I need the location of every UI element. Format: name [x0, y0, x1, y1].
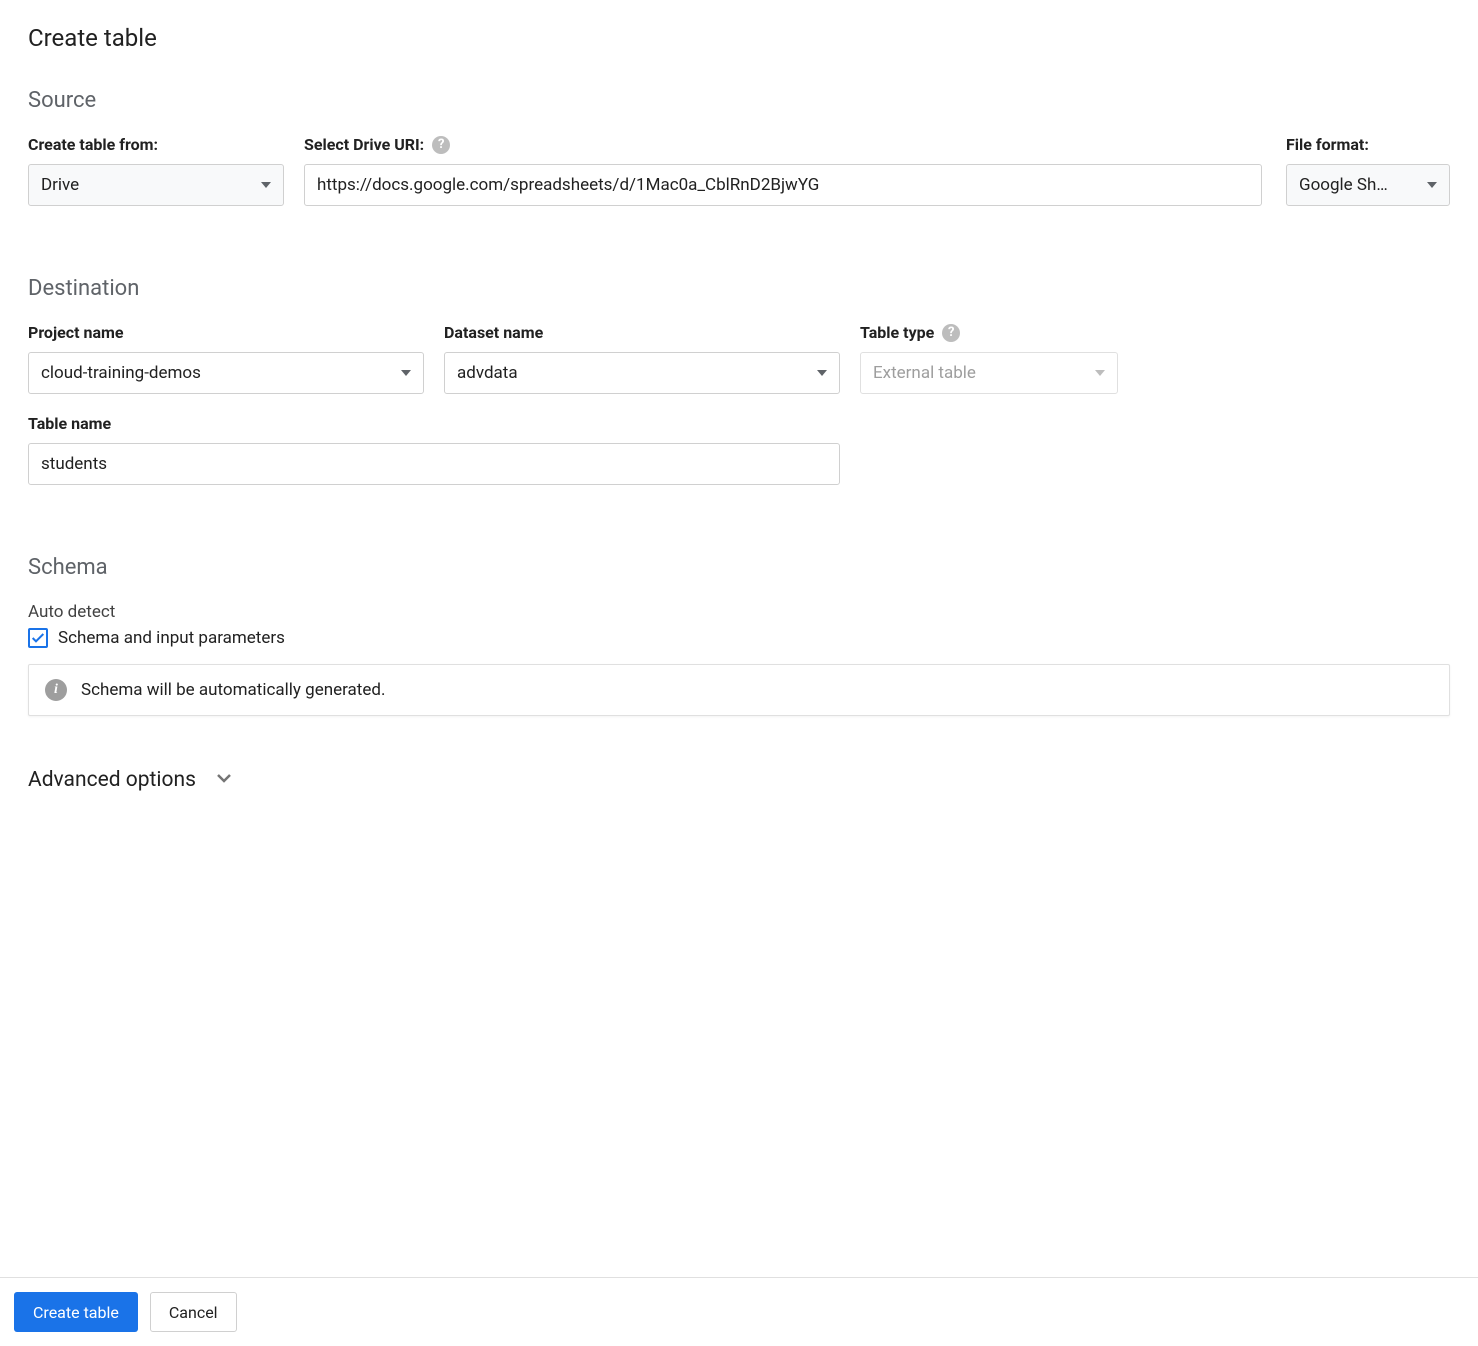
drive-uri-input-wrapper[interactable] — [304, 164, 1262, 206]
advanced-options-label: Advanced options — [28, 768, 196, 792]
check-icon — [30, 630, 46, 646]
create-table-from-label: Create table from: — [28, 135, 284, 154]
drive-uri-input[interactable] — [317, 175, 1249, 195]
table-name-input[interactable] — [41, 454, 827, 474]
caret-down-icon — [817, 370, 827, 376]
create-table-from-select[interactable]: Drive — [28, 164, 284, 206]
dataset-name-value: advdata — [457, 363, 518, 383]
table-type-value: External table — [873, 363, 976, 383]
create-table-button[interactable]: Create table — [14, 1292, 138, 1332]
chevron-down-icon — [212, 766, 236, 794]
table-name-input-wrapper[interactable] — [28, 443, 840, 485]
drive-uri-label: Select Drive URI: — [304, 135, 424, 154]
dialog-footer: Create table Cancel — [0, 1277, 1478, 1346]
destination-heading: Destination — [28, 276, 1450, 301]
file-format-value: Google Sh… — [1299, 175, 1427, 195]
create-table-from-value: Drive — [41, 175, 79, 195]
info-icon: i — [45, 679, 67, 701]
project-name-label: Project name — [28, 323, 424, 342]
page-title: Create table — [28, 24, 1450, 52]
auto-detect-checkbox[interactable] — [28, 628, 48, 648]
caret-down-icon — [1427, 182, 1437, 188]
table-type-select: External table — [860, 352, 1118, 394]
caret-down-icon — [261, 182, 271, 188]
project-name-value: cloud-training-demos — [41, 363, 201, 383]
table-type-label: Table type — [860, 323, 934, 342]
file-format-select[interactable]: Google Sh… — [1286, 164, 1450, 206]
caret-down-icon — [401, 370, 411, 376]
schema-heading: Schema — [28, 555, 1450, 580]
file-format-label: File format: — [1286, 135, 1450, 154]
schema-info-text: Schema will be automatically generated. — [81, 680, 385, 700]
table-name-label: Table name — [28, 414, 840, 433]
dataset-name-label: Dataset name — [444, 323, 840, 342]
cancel-button[interactable]: Cancel — [150, 1292, 237, 1332]
schema-info-banner: i Schema will be automatically generated… — [28, 664, 1450, 716]
dataset-name-select[interactable]: advdata — [444, 352, 840, 394]
caret-down-icon — [1095, 370, 1105, 376]
advanced-options-toggle[interactable]: Advanced options — [28, 766, 1450, 794]
auto-detect-checkbox-label: Schema and input parameters — [58, 628, 285, 648]
project-name-select[interactable]: cloud-training-demos — [28, 352, 424, 394]
source-heading: Source — [28, 88, 1450, 113]
auto-detect-label: Auto detect — [28, 602, 1450, 622]
help-icon[interactable]: ? — [432, 136, 450, 154]
help-icon[interactable]: ? — [942, 324, 960, 342]
